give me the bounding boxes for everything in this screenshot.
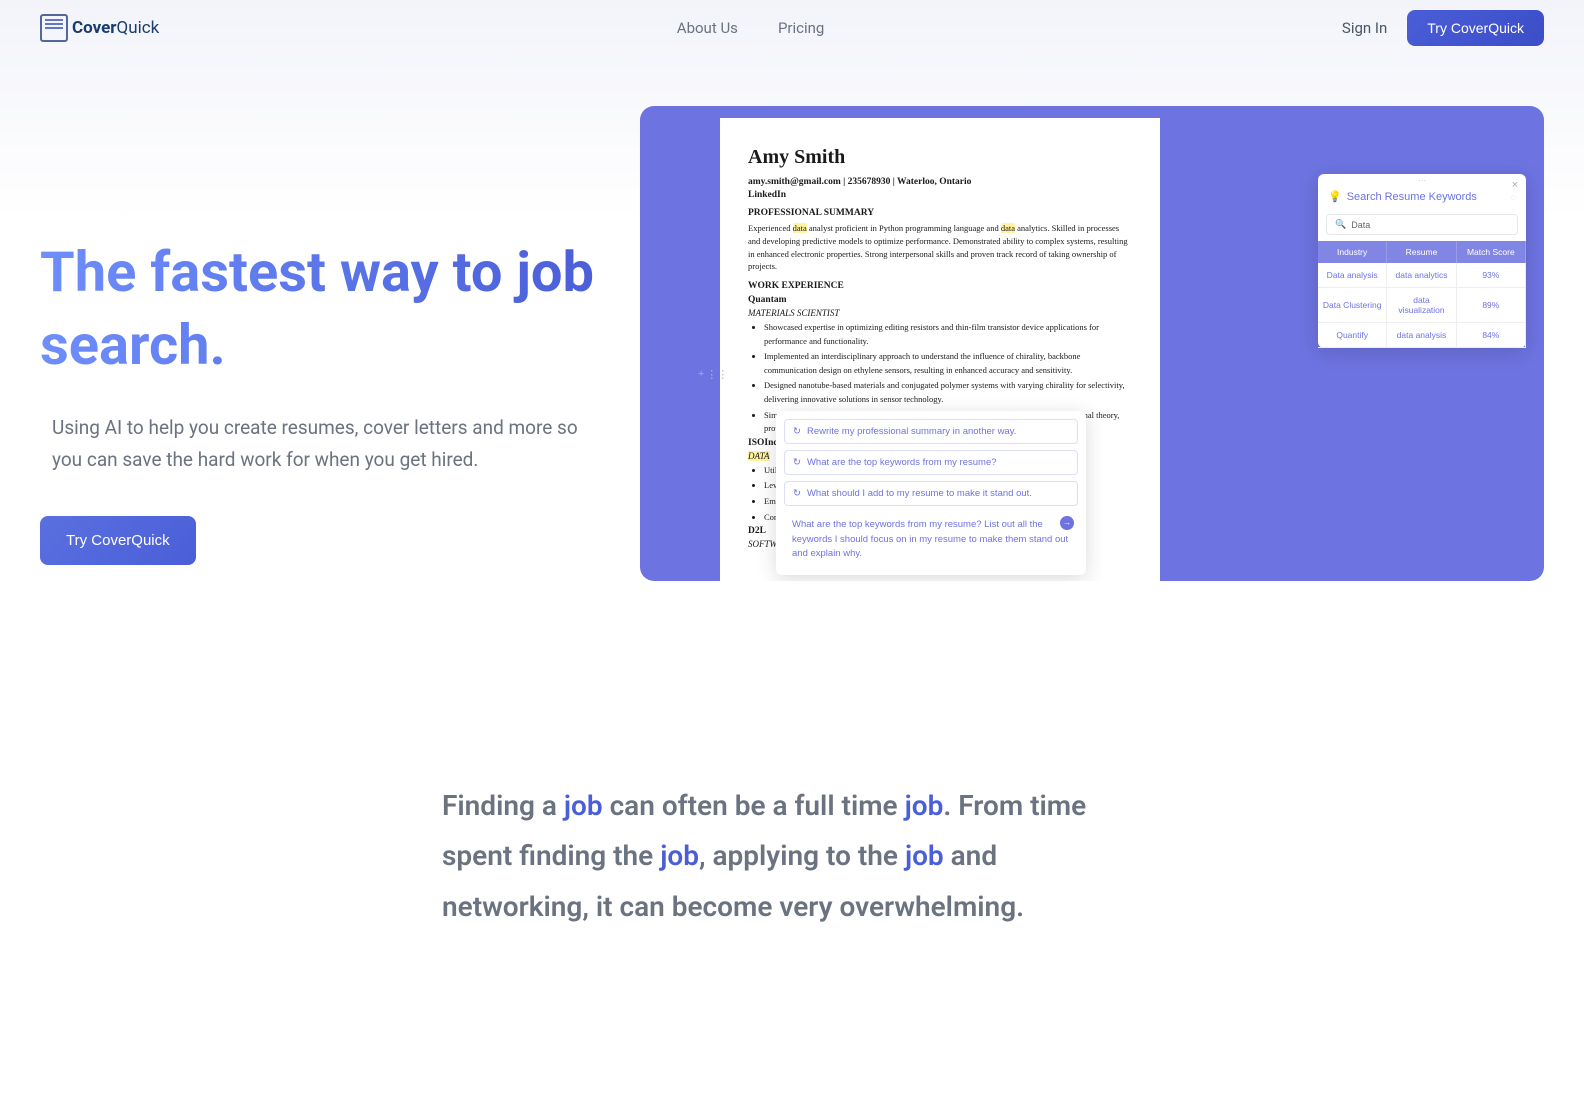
section-2: Finding a job can often be a full time j… [242,581,1342,992]
logo-text: CoverQuick [72,18,159,38]
ai-panel[interactable]: ↻ Rewrite my professional summary in ano… [776,411,1086,575]
sign-in-link[interactable]: Sign In [1342,19,1387,37]
refresh-icon: ↻ [793,457,801,468]
table-row: Quantify data analysis 84% [1318,323,1526,348]
search-icon: 🔍 [1335,219,1346,230]
resume-work-heading: WORK EXPERIENCE [748,281,1132,291]
logo-icon [40,14,68,42]
keyword-panel-title: Search Resume Keywords [1347,191,1477,203]
keyword-search-input[interactable]: 🔍 Data [1326,214,1518,235]
resume-contact: amy.smith@gmail.com | 235678930 | Waterl… [748,177,1132,187]
ai-suggestion-3[interactable]: ↻ What should I add to my resume to make… [784,481,1078,506]
resume-linkedin[interactable]: LinkedIn [748,190,1132,200]
nav-right: Sign In Try CoverQuick [1342,10,1544,46]
keyword-panel[interactable]: ⋯ × 💡 Search Resume Keywords ◌ 🔍 Data In… [1318,174,1526,348]
nav-center: About Us Pricing [677,19,825,37]
logo[interactable]: CoverQuick [40,14,159,42]
resume-summary-heading: PROFESSIONAL SUMMARY [748,208,1132,218]
resume-company-1: Quantam [748,295,1132,305]
drag-handle-icon[interactable]: ⋯ [1318,174,1526,184]
try-coverquick-button[interactable]: Try CoverQuick [1407,10,1544,46]
nav-about-us[interactable]: About Us [677,19,738,37]
col-match-score: Match Score [1457,241,1526,263]
drag-handle-icon[interactable]: +⋮⋮ [698,368,728,381]
resume-bullet: Implemented an interdisciplinary approac… [764,350,1132,377]
hero-cta-button[interactable]: Try CoverQuick [40,516,196,565]
resume-summary-text: Experienced data analyst proficient in P… [748,222,1132,273]
hero-visual: +⋮⋮ Amy Smith amy.smith@gmail.com | 2356… [640,106,1544,581]
send-icon[interactable]: → [1060,516,1074,530]
resume-bullet: Showcased expertise in optimizing editin… [764,321,1132,348]
hero-title: The fastest way to job search. [40,236,600,382]
refresh-icon: ↻ [793,426,801,437]
col-resume: Resume [1387,241,1456,263]
lightbulb-icon: 💡 [1328,190,1342,203]
table-row: Data Clustering data visualization 89% [1318,288,1526,323]
keyword-table-header: Industry Resume Match Score [1318,241,1526,263]
refresh-icon: ↻ [793,488,801,499]
table-row: Data analysis data analytics 93% [1318,263,1526,288]
col-industry: Industry [1318,241,1387,263]
resume-job-title-1: MATERIALS SCIENTIST [748,308,1132,318]
nav-pricing[interactable]: Pricing [778,19,824,37]
header: CoverQuick About Us Pricing Sign In Try … [0,0,1584,56]
section-2-text: Finding a job can often be a full time j… [442,781,1142,932]
loading-icon: ◌ [1511,192,1516,202]
ai-suggestion-2[interactable]: ↻ What are the top keywords from my resu… [784,450,1078,475]
hero-left: The fastest way to job search. Using AI … [40,106,600,581]
hero-section: The fastest way to job search. Using AI … [0,106,1584,581]
hero-subtitle: Using AI to help you create resumes, cov… [40,412,600,477]
resume-bullet: Designed nanotube-based materials and co… [764,379,1132,406]
resume-name: Amy Smith [748,146,1132,169]
keyword-panel-header: 💡 Search Resume Keywords ◌ [1318,184,1526,209]
ai-suggestion-1[interactable]: ↻ Rewrite my professional summary in ano… [784,419,1078,444]
ai-input[interactable]: → What are the top keywords from my resu… [784,512,1078,567]
close-icon[interactable]: × [1512,179,1518,191]
